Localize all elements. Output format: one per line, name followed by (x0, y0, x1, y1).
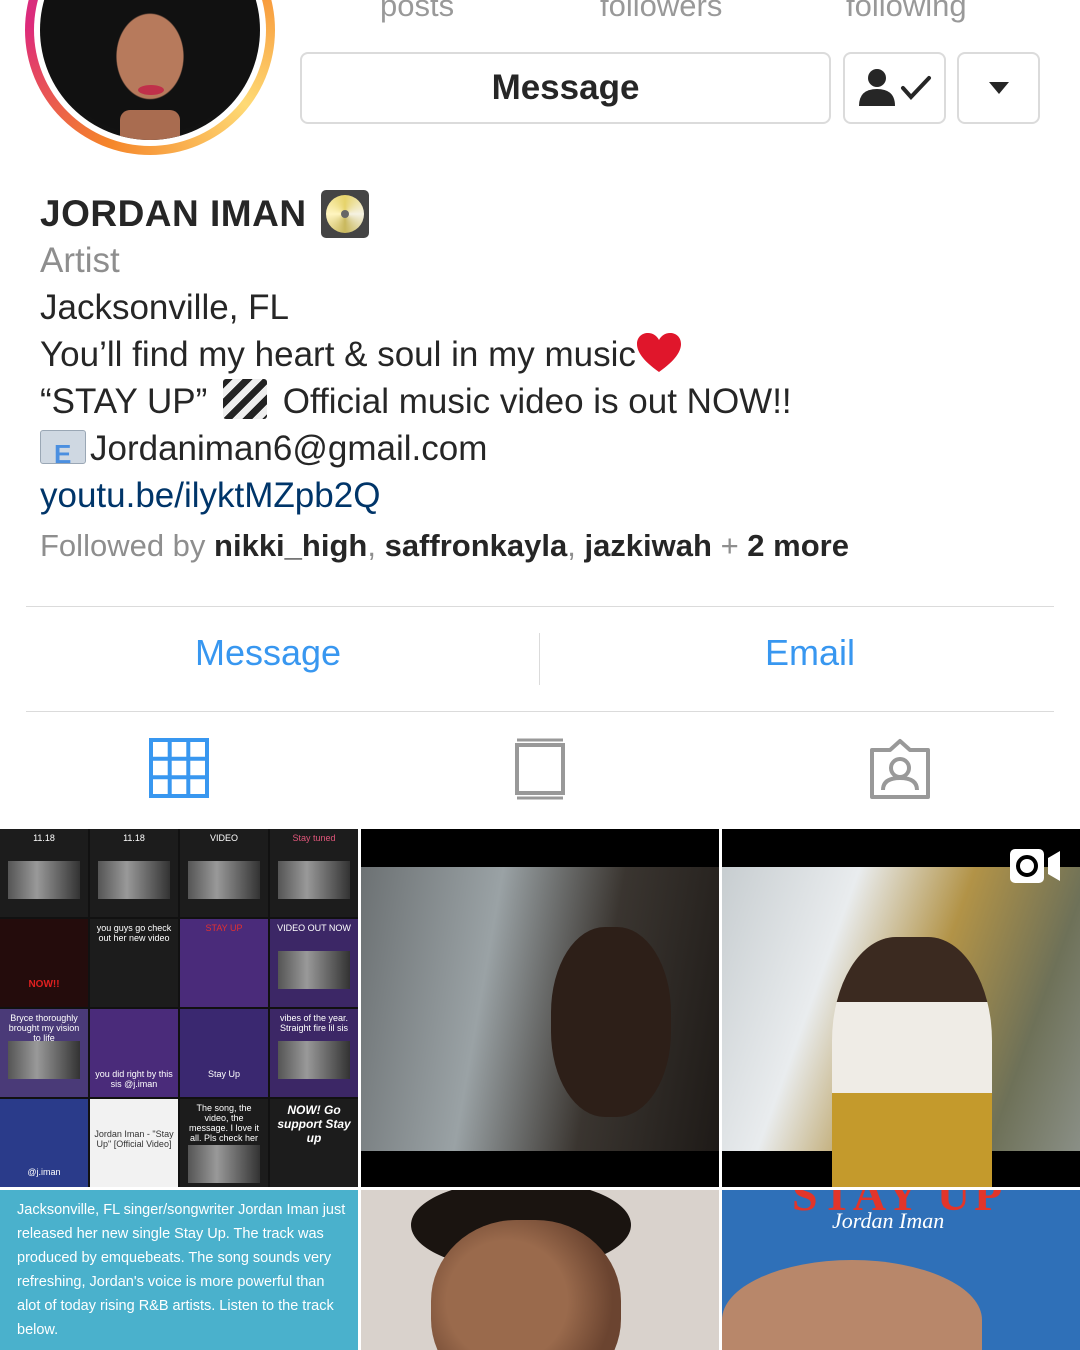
post-cover-art[interactable]: STAY UP Jordan Iman (722, 1190, 1080, 1350)
cover-artist: Jordan Iman (832, 1208, 945, 1233)
post-video[interactable] (722, 829, 1080, 1187)
bio-email-line: Jordaniman6@gmail.com (40, 426, 488, 477)
collage-text: NOW!! (28, 979, 60, 990)
follower-name[interactable]: nikki_high (214, 528, 367, 563)
stat-followers-label[interactable]: followers (600, 0, 722, 24)
follower-name[interactable]: jazkiwah (584, 528, 712, 563)
person-check-icon (858, 69, 931, 106)
tab-tagged[interactable] (868, 738, 932, 805)
post-video-still[interactable] (361, 829, 719, 1187)
collage-text: STAY UP (205, 923, 243, 933)
followed-by-more[interactable]: 2 more (747, 528, 849, 563)
contact-email-button[interactable]: Email (765, 632, 855, 674)
collage-text: you guys go check out her new video (96, 923, 172, 943)
tagged-icon (870, 739, 930, 799)
collage-text: vibes of the year. Straight fire lil sis (279, 1013, 349, 1033)
video-camera-icon (1008, 847, 1062, 890)
bio-line: “STAY UP” Official music video is out NO… (40, 379, 792, 425)
heart-icon (636, 333, 681, 372)
profile-category: Artist (40, 241, 120, 280)
email-envelope-icon (40, 430, 86, 477)
collage-text: Stay tuned (292, 833, 336, 843)
post-article[interactable]: Jacksonville, FL singer/songwriter Jorda… (0, 1190, 358, 1350)
collage-text: Stay Up (207, 1069, 240, 1079)
followed-by-prefix: Followed by (40, 528, 215, 563)
followed-by[interactable]: Followed by nikki_high, saffronkayla, ja… (40, 528, 849, 564)
cd-icon (320, 190, 369, 238)
divider (26, 606, 1054, 607)
profile-name-text: JORDAN IMAN (40, 193, 307, 234)
collage-text: Jordan Iman - "Stay Up" [Official Video] (94, 1129, 174, 1149)
bio-line1-text: You’ll find my heart & soul in my music (40, 335, 636, 374)
collage-text: 11.18 (33, 833, 55, 843)
stat-posts-label[interactable]: posts (380, 0, 454, 24)
bio-email: Jordaniman6@gmail.com (90, 429, 488, 468)
stat-following-label[interactable]: following (846, 0, 967, 24)
tab-feed[interactable] (514, 738, 566, 805)
profile-location: Jacksonville, FL (40, 288, 289, 327)
following-button[interactable] (843, 52, 946, 124)
follower-name[interactable]: saffronkayla (385, 528, 568, 563)
message-button[interactable]: Message (300, 52, 831, 124)
igtv-icon (515, 738, 565, 800)
bio-line2-text: Official music video is out NOW!! (282, 382, 792, 421)
tab-grid[interactable] (149, 738, 209, 803)
post-portrait[interactable] (361, 1190, 719, 1350)
bio-line2-quote: “STAY UP” (40, 382, 208, 421)
collage-text: VIDEO OUT NOW (277, 923, 351, 933)
collage-text: NOW! Go support Stay up (277, 1103, 351, 1145)
profile-avatar[interactable] (25, 0, 275, 155)
clapperboard-icon (222, 379, 267, 419)
caret-down-icon (988, 82, 1009, 94)
collage-text: 11.18 (123, 833, 145, 843)
profile-name: JORDAN IMAN (40, 190, 369, 238)
collage-text: VIDEO (209, 833, 238, 843)
article-text: Jacksonville, FL singer/songwriter Jorda… (17, 1202, 346, 1338)
bio-line: You’ll find my heart & soul in my music (40, 332, 682, 378)
contact-message-button[interactable]: Message (195, 632, 341, 674)
profile-website-link[interactable]: youtu.be/ilyktMZpb2Q (40, 473, 380, 519)
divider (539, 633, 540, 685)
collage-text: you did right by this sis @j.iman (95, 1069, 173, 1089)
collage-text: @j.iman (27, 1167, 61, 1177)
collage-text: Bryce thoroughly brought my vision to li… (8, 1013, 80, 1043)
grid-icon (149, 738, 209, 798)
post-collage[interactable]: 11.18 11.18 VIDEO Stay tuned NOW!! you g… (0, 829, 358, 1187)
divider (26, 711, 1054, 712)
suggested-dropdown-button[interactable] (957, 52, 1040, 124)
